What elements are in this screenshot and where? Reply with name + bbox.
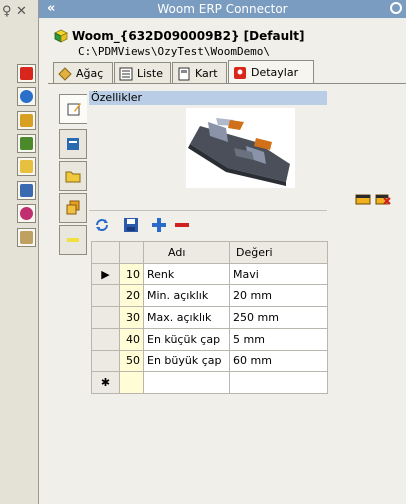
column-header-name[interactable]: Adı bbox=[143, 241, 230, 264]
part-thumbnail bbox=[186, 108, 295, 188]
property-name[interactable]: Renk bbox=[143, 262, 230, 286]
folder-icon bbox=[65, 171, 81, 183]
side-tab-minus[interactable] bbox=[59, 225, 87, 255]
table-row[interactable]: 30 Max. açıklık 250 mm bbox=[91, 306, 328, 329]
table-row[interactable]: 50 En büyük çap 60 mm bbox=[91, 349, 328, 373]
delete-image-icon[interactable] bbox=[375, 193, 391, 205]
column-header-value[interactable]: Değeri bbox=[229, 241, 328, 264]
load-image-icon[interactable] bbox=[355, 193, 371, 205]
property-value[interactable]: 250 mm bbox=[229, 306, 328, 329]
new-row-icon[interactable]: ✱ bbox=[91, 371, 120, 394]
tab-agac[interactable]: Ağaç bbox=[53, 62, 113, 84]
row-id[interactable]: 50 bbox=[119, 349, 144, 373]
new-row[interactable]: ✱ bbox=[91, 371, 328, 394]
row-id[interactable]: 10 bbox=[119, 262, 144, 286]
folder-icon[interactable] bbox=[17, 157, 36, 176]
current-row-indicator-icon[interactable]: ▶ bbox=[91, 262, 120, 286]
property-value[interactable]: Mavi bbox=[229, 262, 328, 286]
grid-header-row: Adı Değeri bbox=[91, 241, 328, 264]
tab-kart[interactable]: Kart bbox=[172, 62, 227, 84]
property-name[interactable]: En küçük çap bbox=[143, 327, 230, 351]
row-selector[interactable] bbox=[91, 327, 120, 351]
tab-label: Kart bbox=[195, 67, 218, 80]
document-path: C:\PDMViews\OzyTest\WoomDemo\ bbox=[78, 45, 271, 58]
property-value[interactable]: 5 mm bbox=[229, 327, 328, 351]
properties-grid[interactable]: Adı Değeri ▶ 10 Renk Mavi 20 Min. açıklı… bbox=[91, 241, 328, 394]
woom-red-icon bbox=[234, 66, 246, 79]
row-id[interactable]: 20 bbox=[119, 284, 144, 308]
row-selector[interactable] bbox=[91, 284, 120, 308]
woom-red-icon[interactable] bbox=[17, 64, 36, 83]
property-name[interactable]: Min. açıklık bbox=[143, 284, 230, 308]
title-bar: « Woom ERP Connector bbox=[39, 0, 406, 18]
home-icon[interactable] bbox=[17, 111, 36, 130]
row-id[interactable]: 30 bbox=[119, 306, 144, 329]
assembly-icon bbox=[54, 29, 68, 43]
tab-label: Ağaç bbox=[76, 67, 104, 80]
tree-icon bbox=[58, 66, 72, 81]
tab-label: Detaylar bbox=[251, 66, 299, 79]
separator bbox=[89, 210, 327, 211]
window-title: Woom ERP Connector bbox=[157, 2, 288, 16]
close-icon[interactable]: ✕ bbox=[16, 4, 27, 19]
refresh-globe-icon[interactable] bbox=[17, 87, 36, 106]
property-value[interactable]: 60 mm bbox=[229, 349, 328, 373]
color-ball-icon[interactable] bbox=[17, 204, 36, 223]
tab-liste[interactable]: Liste bbox=[114, 62, 171, 84]
list-icon bbox=[119, 67, 133, 80]
stack-icon bbox=[66, 200, 80, 215]
property-name[interactable]: En büyük çap bbox=[143, 349, 230, 373]
property-name[interactable]: Max. açıklık bbox=[143, 306, 230, 329]
notes-icon[interactable] bbox=[17, 228, 36, 247]
id-column-header[interactable] bbox=[119, 241, 144, 264]
refresh-icon[interactable] bbox=[94, 217, 110, 233]
table-row[interactable]: ▶ 10 Renk Mavi bbox=[91, 262, 328, 286]
row-id[interactable]: 40 bbox=[119, 327, 144, 351]
side-tab-folder[interactable] bbox=[59, 161, 87, 191]
new-row-name[interactable] bbox=[143, 371, 230, 394]
new-row-value[interactable] bbox=[229, 371, 328, 394]
add-row-icon[interactable] bbox=[151, 217, 167, 233]
new-row-id[interactable] bbox=[119, 371, 144, 394]
row-selector[interactable] bbox=[91, 349, 120, 373]
document-title: Woom_{632D090009B2} [Default] bbox=[72, 29, 305, 43]
form-icon bbox=[67, 138, 79, 150]
search-icon[interactable] bbox=[390, 2, 402, 14]
side-tab-stack[interactable] bbox=[59, 193, 87, 223]
property-value[interactable]: 20 mm bbox=[229, 284, 328, 308]
tab-underline bbox=[48, 83, 406, 84]
delete-row-icon[interactable] bbox=[174, 217, 190, 233]
pin-icon[interactable]: ♀ bbox=[2, 4, 12, 19]
section-header: Özellikler bbox=[89, 91, 327, 105]
row-header-corner bbox=[91, 241, 120, 264]
tab-label: Liste bbox=[137, 67, 163, 80]
table-row[interactable]: 20 Min. açıklık 20 mm bbox=[91, 284, 328, 308]
card-icon bbox=[178, 67, 190, 80]
side-tab-edit[interactable] bbox=[59, 94, 87, 124]
edit-icon bbox=[67, 103, 81, 116]
row-selector[interactable] bbox=[91, 306, 120, 329]
side-tab-form[interactable] bbox=[59, 129, 87, 159]
table-row[interactable]: 40 En küçük çap 5 mm bbox=[91, 327, 328, 351]
save-icon[interactable] bbox=[123, 217, 139, 233]
report-icon[interactable] bbox=[17, 134, 36, 153]
list-icon[interactable] bbox=[17, 181, 36, 200]
minus-yellow-icon bbox=[67, 238, 79, 242]
tab-detaylar[interactable]: Detaylar bbox=[228, 60, 314, 84]
